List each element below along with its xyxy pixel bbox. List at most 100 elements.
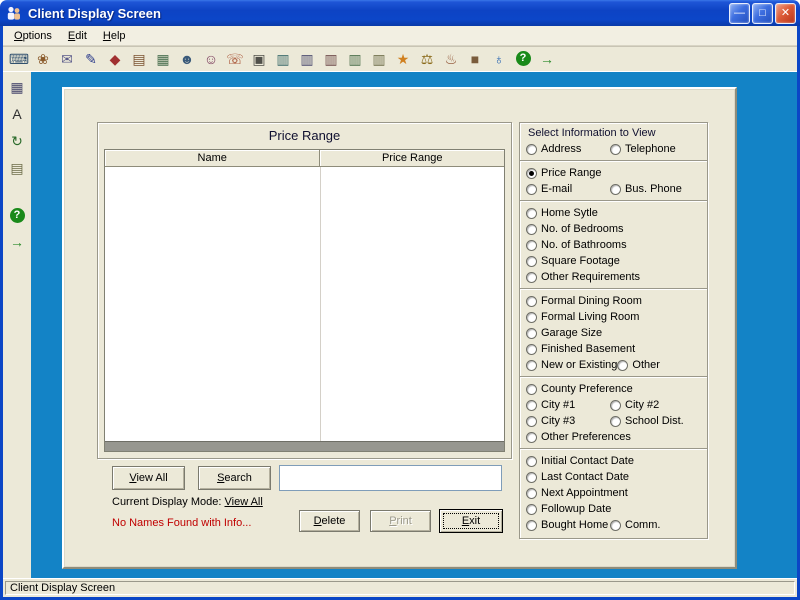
image-icon[interactable]: ▤ xyxy=(7,158,27,178)
radio-icon xyxy=(526,144,537,155)
radio-label: School Dist. xyxy=(625,415,684,427)
radio-option-home-sytle[interactable]: Home Sytle xyxy=(526,207,598,219)
refresh-icon[interactable]: ↻ xyxy=(7,131,27,151)
delete-button[interactable]: Delete xyxy=(299,510,360,532)
records-icon-1[interactable]: ▥ xyxy=(273,49,293,69)
radio-option-square-footage[interactable]: Square Footage xyxy=(526,255,620,267)
car-icon[interactable]: ◆ xyxy=(105,49,125,69)
radio-row: Last Contact Date xyxy=(526,469,701,485)
close-button[interactable]: ✕ xyxy=(775,3,796,24)
kettle-icon[interactable]: ♨ xyxy=(441,49,461,69)
records-icon-5[interactable]: ▥ xyxy=(369,49,389,69)
grid-header: Name Price Range xyxy=(105,150,504,167)
radio-option-city-2[interactable]: City #2 xyxy=(610,399,659,411)
radio-option-formal-dining-room[interactable]: Formal Dining Room xyxy=(526,295,642,307)
exit-icon[interactable]: → xyxy=(537,49,557,69)
exit-button[interactable]: Exit xyxy=(439,509,503,533)
maximize-button[interactable]: □ xyxy=(752,3,773,24)
radio-option-bus-phone[interactable]: Bus. Phone xyxy=(610,183,682,195)
radio-label: Next Appointment xyxy=(541,487,628,499)
radio-option-formal-living-room[interactable]: Formal Living Room xyxy=(526,311,639,323)
radio-option-price-range[interactable]: Price Range xyxy=(526,167,602,179)
person-icon[interactable]: ☻ xyxy=(177,49,197,69)
radio-option-other-preferences[interactable]: Other Preferences xyxy=(526,431,631,443)
animal-icon[interactable]: ❀ xyxy=(33,49,53,69)
help-icon-glyph: ? xyxy=(10,208,25,223)
records-icon-3-glyph: ▥ xyxy=(324,52,337,66)
radio-option-initial-contact-date[interactable]: Initial Contact Date xyxy=(526,455,634,467)
radio-option-no-of-bedrooms[interactable]: No. of Bedrooms xyxy=(526,223,624,235)
briefcase-icon-glyph: ■ xyxy=(471,52,479,66)
exit-icon[interactable]: → xyxy=(7,232,27,252)
radio-option-bought-home[interactable]: Bought Home xyxy=(526,519,610,531)
radio-option-e-mail[interactable]: E-mail xyxy=(526,183,610,195)
radio-option-other-requirements[interactable]: Other Requirements xyxy=(526,271,640,283)
group-separator xyxy=(520,448,707,450)
globe-icon[interactable]: ♁ xyxy=(489,49,509,69)
radio-icon xyxy=(610,400,621,411)
radio-icon xyxy=(526,456,537,467)
signature-icon[interactable]: ✎ xyxy=(81,49,101,69)
radio-option-other[interactable]: Other xyxy=(617,359,660,371)
window-title: Client Display Screen xyxy=(28,6,729,21)
radio-option-finished-basement[interactable]: Finished Basement xyxy=(526,343,635,355)
radio-option-city-3[interactable]: City #3 xyxy=(526,415,610,427)
radio-row: City #3 School Dist. xyxy=(526,413,701,429)
book-icon-glyph: ▤ xyxy=(132,52,145,66)
radio-option-city-1[interactable]: City #1 xyxy=(526,399,610,411)
search-button[interactable]: Search xyxy=(198,466,271,490)
menu-help[interactable]: Help xyxy=(96,28,133,44)
briefcase-icon[interactable]: ■ xyxy=(465,49,485,69)
radio-option-address[interactable]: Address xyxy=(526,143,610,155)
book-icon[interactable]: ▤ xyxy=(129,49,149,69)
radio-option-county-preference[interactable]: County Preference xyxy=(526,383,633,395)
phone-icon[interactable]: ☏ xyxy=(225,49,245,69)
printer-icon[interactable]: ▣ xyxy=(249,49,269,69)
exit-label: Exit xyxy=(440,515,502,527)
main-area: ▦ A ↻ ▤? → Price Range Name Price Range xyxy=(3,72,797,578)
view-all-button[interactable]: View All xyxy=(112,466,185,490)
help-icon[interactable]: ? xyxy=(513,49,533,69)
search-input[interactable] xyxy=(279,465,502,491)
grid-icon-glyph: ▦ xyxy=(10,80,23,94)
radio-row: New or ExistingOther xyxy=(526,357,701,373)
notes-icon[interactable]: ▦ xyxy=(153,49,173,69)
radio-option-next-appointment[interactable]: Next Appointment xyxy=(526,487,628,499)
computer-icon[interactable]: ⌨ xyxy=(9,49,29,69)
radio-option-followup-date[interactable]: Followup Date xyxy=(526,503,611,515)
radio-icon xyxy=(526,432,537,443)
radio-option-comm[interactable]: Comm. xyxy=(610,519,660,531)
mail-icon[interactable]: ✉ xyxy=(57,49,77,69)
grid-body[interactable] xyxy=(105,167,504,441)
scales-icon[interactable]: ⚖ xyxy=(417,49,437,69)
grid-icon[interactable]: ▦ xyxy=(7,77,27,97)
minimize-button[interactable]: — xyxy=(729,3,750,24)
globe-icon-glyph: ♁ xyxy=(494,52,505,66)
records-icon-1-glyph: ▥ xyxy=(276,52,289,66)
burst-icon[interactable]: ★ xyxy=(393,49,413,69)
radio-option-school-dist[interactable]: School Dist. xyxy=(610,415,684,427)
radio-icon xyxy=(526,488,537,499)
font-icon[interactable]: A xyxy=(7,104,27,124)
menu-edit[interactable]: Edit xyxy=(61,28,94,44)
horizontal-scrollbar[interactable] xyxy=(105,441,504,451)
people-icon[interactable]: ☺ xyxy=(201,49,221,69)
mode-prefix: Current Display Mode: xyxy=(112,496,225,508)
radio-option-no-of-bathrooms[interactable]: No. of Bathrooms xyxy=(526,239,627,251)
records-icon-3[interactable]: ▥ xyxy=(321,49,341,69)
radio-option-telephone[interactable]: Telephone xyxy=(610,143,676,155)
radio-row: E-mailBus. Phone xyxy=(526,181,701,197)
radio-icon xyxy=(526,384,537,395)
phone-icon-glyph: ☏ xyxy=(226,52,244,66)
radio-option-garage-size[interactable]: Garage Size xyxy=(526,327,602,339)
radio-row: Home Sytle xyxy=(526,205,701,221)
column-header-name[interactable]: Name xyxy=(105,150,320,167)
radio-option-new-or-existing[interactable]: New or Existing xyxy=(526,359,617,371)
records-icon-4[interactable]: ▥ xyxy=(345,49,365,69)
titlebar[interactable]: Client Display Screen — □ ✕ xyxy=(0,0,800,26)
menu-options[interactable]: Options xyxy=(7,28,59,44)
help-icon[interactable]: ? xyxy=(7,205,27,225)
records-icon-2[interactable]: ▥ xyxy=(297,49,317,69)
radio-option-last-contact-date[interactable]: Last Contact Date xyxy=(526,471,629,483)
column-header-price-range[interactable]: Price Range xyxy=(320,150,504,167)
